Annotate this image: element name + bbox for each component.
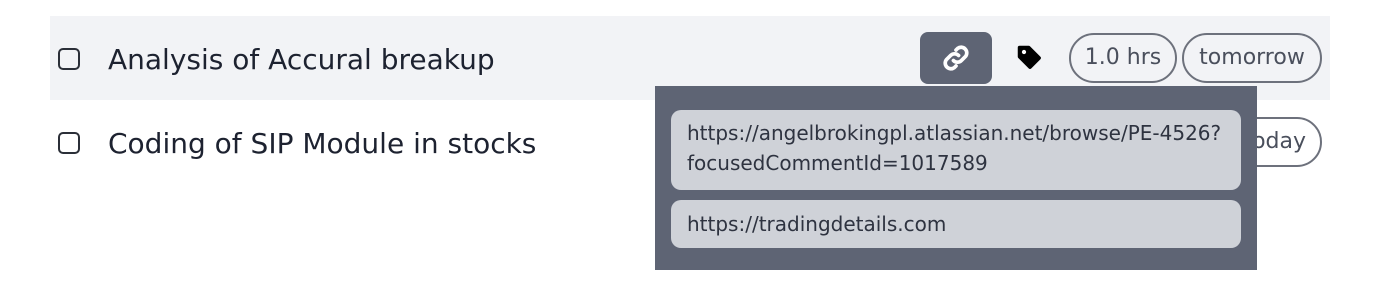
- link-icon: [943, 45, 969, 71]
- links-popup: https://angelbrokingpl.atlassian.net/bro…: [655, 86, 1257, 270]
- task-checkbox[interactable]: [58, 48, 80, 70]
- hours-pill[interactable]: 1.0 hrs: [1069, 33, 1177, 83]
- task-list: Analysis of Accural breakup 1.0 hrs tomo…: [0, 0, 1388, 304]
- link-item[interactable]: https://angelbrokingpl.atlassian.net/bro…: [671, 110, 1241, 190]
- due-date-pill[interactable]: tomorrow: [1182, 33, 1322, 83]
- tag-button[interactable]: [1012, 40, 1046, 74]
- link-button[interactable]: [920, 32, 992, 84]
- task-checkbox[interactable]: [58, 132, 80, 154]
- task-title: Coding of SIP Module in stocks: [108, 127, 537, 160]
- tag-icon: [1017, 45, 1041, 69]
- link-item[interactable]: https://tradingdetails.com: [671, 200, 1241, 248]
- task-title: Analysis of Accural breakup: [108, 43, 495, 76]
